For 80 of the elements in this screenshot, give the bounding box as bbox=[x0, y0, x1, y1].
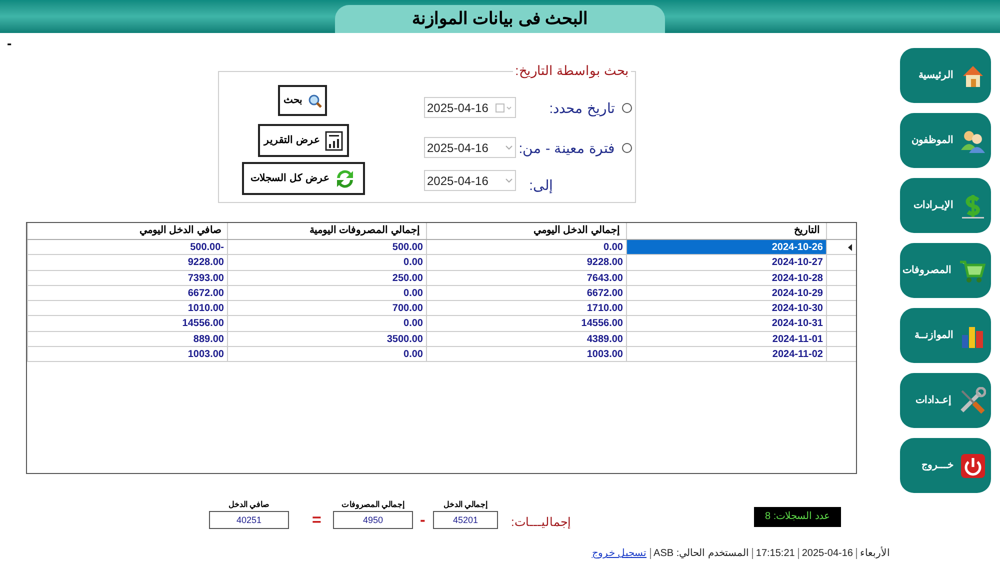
row-pointer-icon bbox=[848, 244, 852, 251]
sidebar-button[interactable]: الموظفون bbox=[900, 113, 990, 168]
total-field: 40251 bbox=[209, 511, 289, 529]
group-title: بحث بواسطة التاريخ: bbox=[513, 63, 631, 79]
radio-label: فترة معينة - من: bbox=[518, 139, 615, 158]
table-cell: 7393.00 bbox=[27, 270, 227, 285]
table-cell: 3500.00 bbox=[227, 332, 426, 346]
operator-sign: - bbox=[420, 511, 426, 531]
action-button[interactable]: عرض التقرير bbox=[258, 124, 349, 157]
column-header[interactable]: إجمالي المصروفات اليومية bbox=[227, 223, 426, 239]
chevron-down-icon bbox=[505, 144, 513, 150]
power-icon bbox=[960, 452, 986, 478]
table-cell: 2024-10-30 bbox=[626, 301, 826, 316]
table-cell: 0.00 bbox=[426, 240, 626, 254]
table-cell: 2024-11-01 bbox=[626, 332, 826, 346]
sidebar-button[interactable]: الإيـرادات bbox=[900, 178, 990, 233]
current-user: المستخدم الحالي: ASB bbox=[654, 547, 749, 561]
table-cell: 2024-10-31 bbox=[626, 316, 826, 331]
action-button[interactable]: عرض كل السجلات bbox=[242, 162, 365, 195]
column-header[interactable]: إجمالي الدخل اليومي bbox=[426, 223, 626, 239]
logout-link[interactable]: تسجيل خروج bbox=[592, 546, 647, 561]
calendar-dropdown-icon bbox=[495, 102, 513, 112]
table-cell: 0.00 bbox=[227, 347, 426, 362]
table-cell: 0.00 bbox=[227, 286, 426, 300]
sidebar-button[interactable]: المصروفات bbox=[900, 243, 990, 298]
table-cell: 500.00 bbox=[227, 240, 426, 254]
radio-label: تاريخ محدد: bbox=[549, 99, 615, 118]
table-cell: 700.00 bbox=[227, 301, 426, 316]
table-cell: 1003.00 bbox=[27, 347, 227, 362]
table-cell: 1010.00 bbox=[27, 301, 227, 316]
table-cell: 0.00 bbox=[227, 255, 426, 270]
table-cell: 1003.00 bbox=[426, 347, 626, 362]
record-count: عدد السجلات: 8 bbox=[754, 507, 841, 527]
table-cell: 500.00- bbox=[27, 240, 227, 254]
table-cell: 9228.00 bbox=[27, 255, 227, 270]
table-cell: 2024-11-02 bbox=[626, 347, 826, 362]
table-cell: 2024-10-26 bbox=[626, 240, 826, 254]
total-field: 4950 bbox=[333, 511, 413, 529]
search-icon bbox=[308, 94, 322, 108]
table-cell: 6672.00 bbox=[426, 286, 626, 300]
table-cell: 4389.00 bbox=[426, 332, 626, 346]
date-field[interactable]: 2025-04-16 bbox=[424, 170, 516, 191]
total-field: 45201 bbox=[433, 511, 498, 529]
status-time: 17:15:21 bbox=[756, 547, 795, 561]
field-caption: صافي الدخل bbox=[227, 499, 271, 511]
table-cell: 14556.00 bbox=[426, 316, 626, 331]
date-field[interactable]: 2025-04-16 bbox=[424, 137, 516, 158]
sidebar-button[interactable]: إعـدادات bbox=[900, 373, 990, 428]
totals-label: إجماليـــات: bbox=[511, 514, 570, 531]
radio-button[interactable] bbox=[622, 143, 632, 153]
chevron-down-icon bbox=[505, 178, 513, 184]
table-cell: 889.00 bbox=[27, 332, 227, 346]
table-cell: 2024-10-27 bbox=[626, 255, 826, 270]
operator-sign: = bbox=[312, 511, 322, 531]
sidebar-button[interactable]: خـــروج bbox=[900, 438, 990, 493]
table-cell: 9228.00 bbox=[426, 255, 626, 270]
table-cell: 0.00 bbox=[227, 316, 426, 331]
sidebar-button[interactable]: الرئيسية bbox=[900, 48, 990, 103]
action-button[interactable]: بحث bbox=[278, 85, 327, 116]
column-header[interactable]: صافي الدخل اليومي bbox=[27, 223, 227, 239]
table-cell: 7643.00 bbox=[426, 270, 626, 285]
field-caption: إجمالي المصروفات bbox=[340, 499, 406, 511]
table-cell: 6672.00 bbox=[27, 286, 227, 300]
report-icon bbox=[324, 130, 343, 150]
table-cell: 14556.00 bbox=[27, 316, 227, 331]
date-label: إلى: bbox=[529, 176, 553, 196]
radio-button[interactable] bbox=[622, 103, 632, 113]
table-cell: 250.00 bbox=[227, 270, 426, 285]
sidebar-button[interactable]: الموازنــة bbox=[900, 308, 990, 363]
corner-mark: - bbox=[7, 34, 12, 53]
table-cell: 1710.00 bbox=[426, 301, 626, 316]
status-date: 2025-04-16 bbox=[802, 547, 853, 561]
field-caption: إجمالي الدخل bbox=[442, 499, 489, 511]
window-title: البحث فى بيانات الموازنة bbox=[335, 5, 665, 33]
status-day: الأربعاء bbox=[860, 546, 890, 561]
table-cell: 2024-10-29 bbox=[626, 286, 826, 300]
dollar-icon bbox=[960, 192, 986, 218]
date-field[interactable]: 2025-04-16 bbox=[424, 97, 516, 118]
column-header[interactable]: التاريخ bbox=[626, 223, 826, 239]
table-cell: 2024-10-28 bbox=[626, 270, 826, 285]
